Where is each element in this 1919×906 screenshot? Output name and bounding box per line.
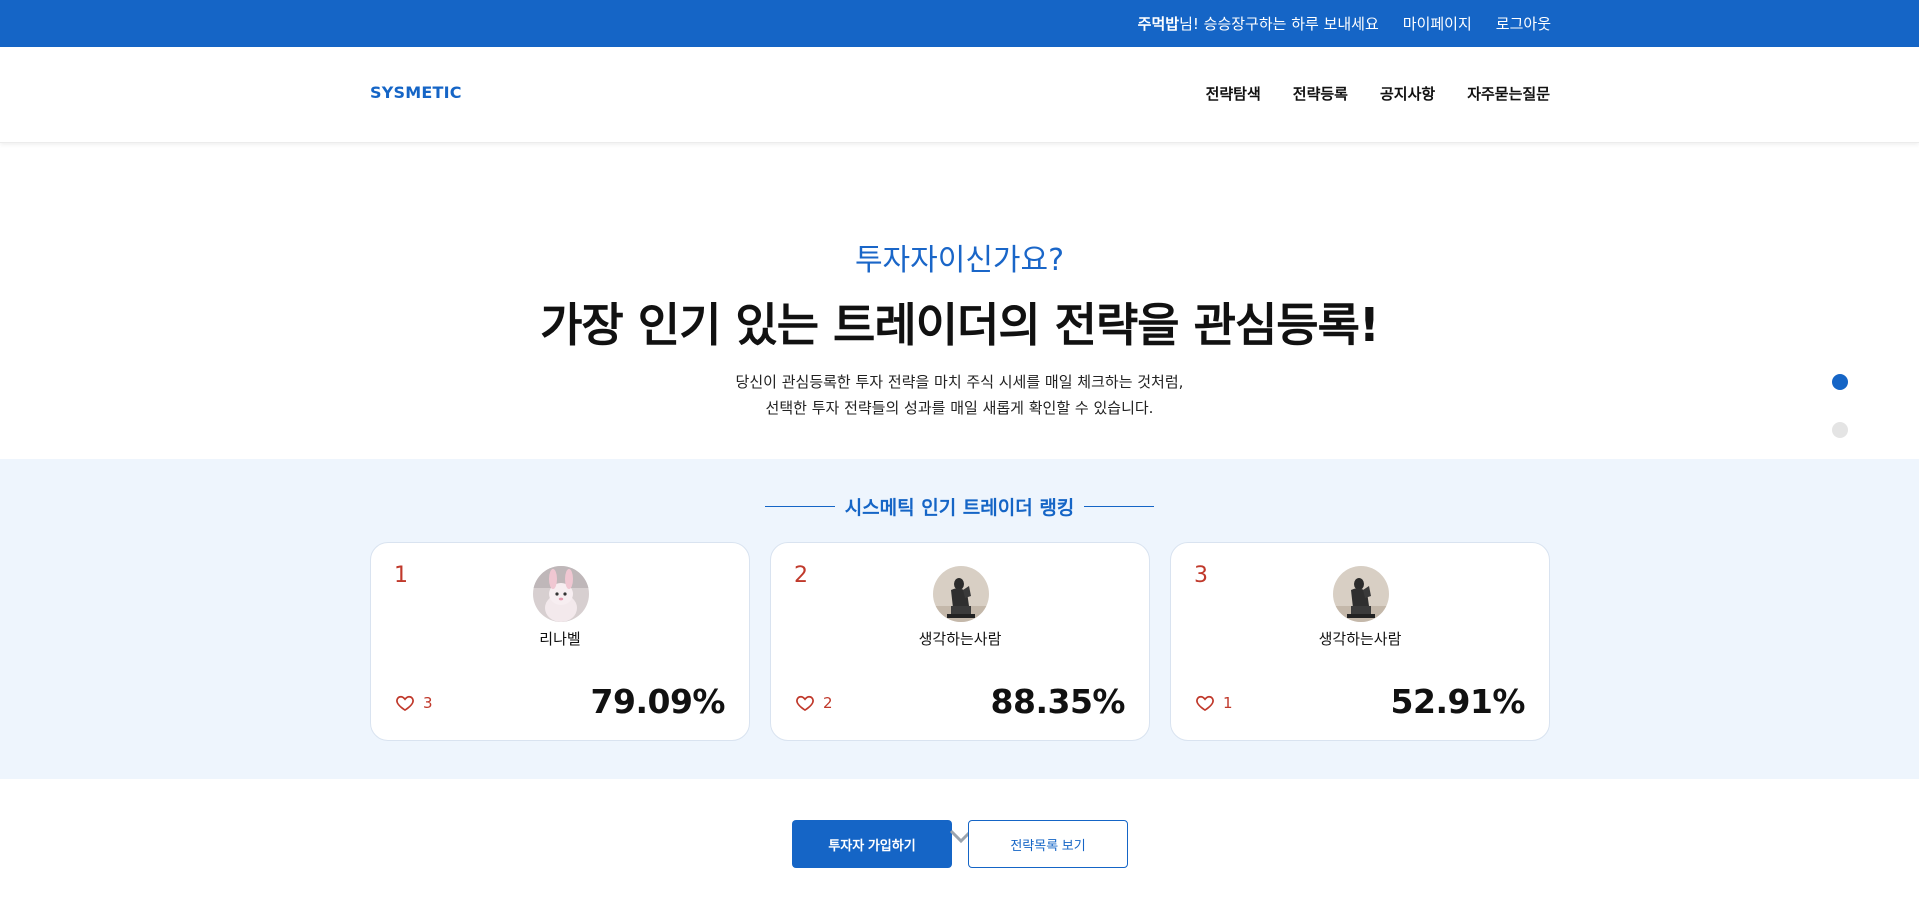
greeting-text: 주먹밥님! 승승장구하는 하루 보내세요 xyxy=(1138,13,1379,34)
top-bar-links: 주먹밥님! 승승장구하는 하루 보내세요 마이페이지 로그아웃 xyxy=(1138,0,1551,47)
greeting-suffix: 님! 승승장구하는 하루 보내세요 xyxy=(1179,15,1379,33)
rank-number: 3 xyxy=(1194,563,1208,588)
hero-title: 가장 인기 있는 트레이더의 전략을 관심등록! xyxy=(540,298,1380,352)
pagination-dot-2[interactable] xyxy=(1832,422,1848,438)
trader-card[interactable]: 2 생각하는사람 2 88.35% xyxy=(770,542,1150,741)
nav-notices[interactable]: 공지사항 xyxy=(1380,83,1435,104)
logout-link[interactable]: 로그아웃 xyxy=(1496,13,1551,34)
rank-number: 2 xyxy=(794,563,808,588)
trader-name: 생각하는사람 xyxy=(1318,630,1402,648)
nav-faq[interactable]: 자주묻는질문 xyxy=(1467,83,1550,104)
thinker-statue-avatar xyxy=(933,566,989,622)
trader-name: 생각하는사람 xyxy=(918,630,1002,648)
plush-toy-avatar xyxy=(533,566,589,622)
site-header: SYSMETIC 전략탐색 전략등록 공지사항 자주묻는질문 xyxy=(0,47,1919,143)
return-percent: 52.91% xyxy=(1390,682,1526,721)
pagination-dot-1[interactable] xyxy=(1832,374,1848,390)
return-percent: 79.09% xyxy=(590,682,726,721)
like-button[interactable]: 2 xyxy=(795,693,833,713)
main-nav: 전략탐색 전략등록 공지사항 자주묻는질문 xyxy=(1206,83,1550,104)
hero-section: 투자자이신가요? 가장 인기 있는 트레이더의 전략을 관심등록! 당신이 관심… xyxy=(0,143,1919,459)
like-button[interactable]: 1 xyxy=(1195,693,1233,713)
hero-description-line: 선택한 투자 전략들의 성과를 매일 새롭게 확인할 수 있습니다. xyxy=(765,399,1154,417)
ranking-title: 시스메틱 인기 트레이더 랭킹 xyxy=(844,497,1075,519)
thinker-statue-avatar xyxy=(1333,566,1389,622)
hero-description-line: 당신이 관심등록한 투자 전략을 마치 주식 시세를 매일 체크하는 것처럼, xyxy=(735,373,1184,391)
hero-eyebrow: 투자자이신가요? xyxy=(854,243,1065,278)
nav-strategy-register[interactable]: 전략등록 xyxy=(1293,83,1348,104)
nav-strategy-search[interactable]: 전략탐색 xyxy=(1206,83,1261,104)
trader-name: 리나벨 xyxy=(539,630,581,648)
ranking-section: 시스메틱 인기 트레이더 랭킹 1 리나벨 3 79.09% 2 생각하는사람 … xyxy=(0,459,1919,779)
heart-icon xyxy=(1196,695,1214,712)
site-logo[interactable]: SYSMETIC xyxy=(370,83,462,102)
heading-divider xyxy=(764,506,835,507)
trader-card[interactable]: 1 리나벨 3 79.09% xyxy=(370,542,750,741)
heart-icon xyxy=(396,695,414,712)
like-count: 1 xyxy=(1223,694,1233,712)
like-button[interactable]: 3 xyxy=(395,693,433,713)
rank-number: 1 xyxy=(394,563,408,588)
ranking-heading: 시스메틱 인기 트레이더 랭킹 xyxy=(0,493,1919,520)
heart-icon xyxy=(796,695,814,712)
return-percent: 88.35% xyxy=(990,682,1126,721)
top-bar: 주먹밥님! 승승장구하는 하루 보내세요 마이페이지 로그아웃 xyxy=(0,0,1919,47)
user-name: 주먹밥 xyxy=(1137,15,1180,33)
investor-signup-button[interactable]: 투자자 가입하기 xyxy=(792,820,952,868)
heading-divider xyxy=(1084,506,1155,507)
hero-description: 당신이 관심등록한 투자 전략을 마치 주식 시세를 매일 체크하는 것처럼, … xyxy=(0,369,1919,421)
mypage-link[interactable]: 마이페이지 xyxy=(1403,13,1472,34)
like-count: 3 xyxy=(423,694,433,712)
trader-card[interactable]: 3 생각하는사람 1 52.91% xyxy=(1170,542,1550,741)
strategy-list-button[interactable]: 전략목록 보기 xyxy=(968,820,1128,868)
like-count: 2 xyxy=(823,694,833,712)
